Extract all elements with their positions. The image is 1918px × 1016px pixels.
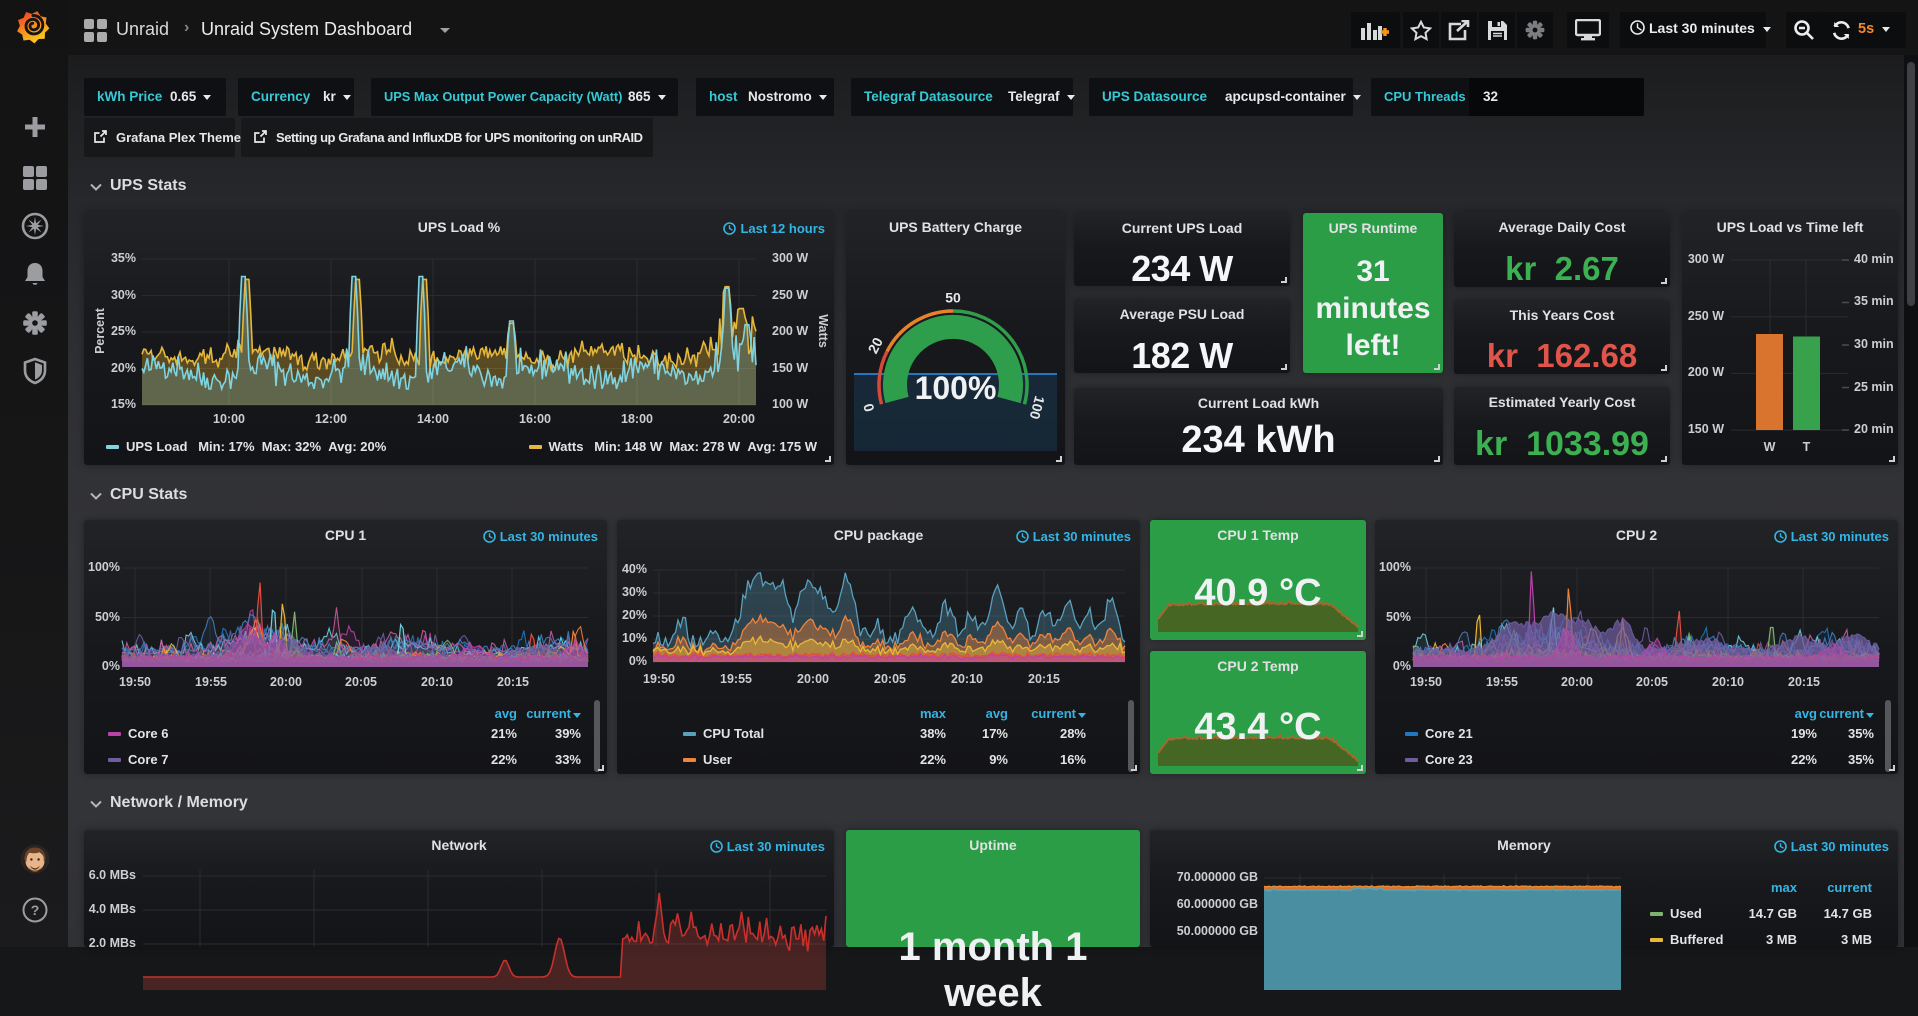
svg-text:50: 50: [945, 290, 961, 306]
svg-text:20: 20: [865, 335, 886, 356]
svg-text:?: ?: [31, 902, 40, 918]
